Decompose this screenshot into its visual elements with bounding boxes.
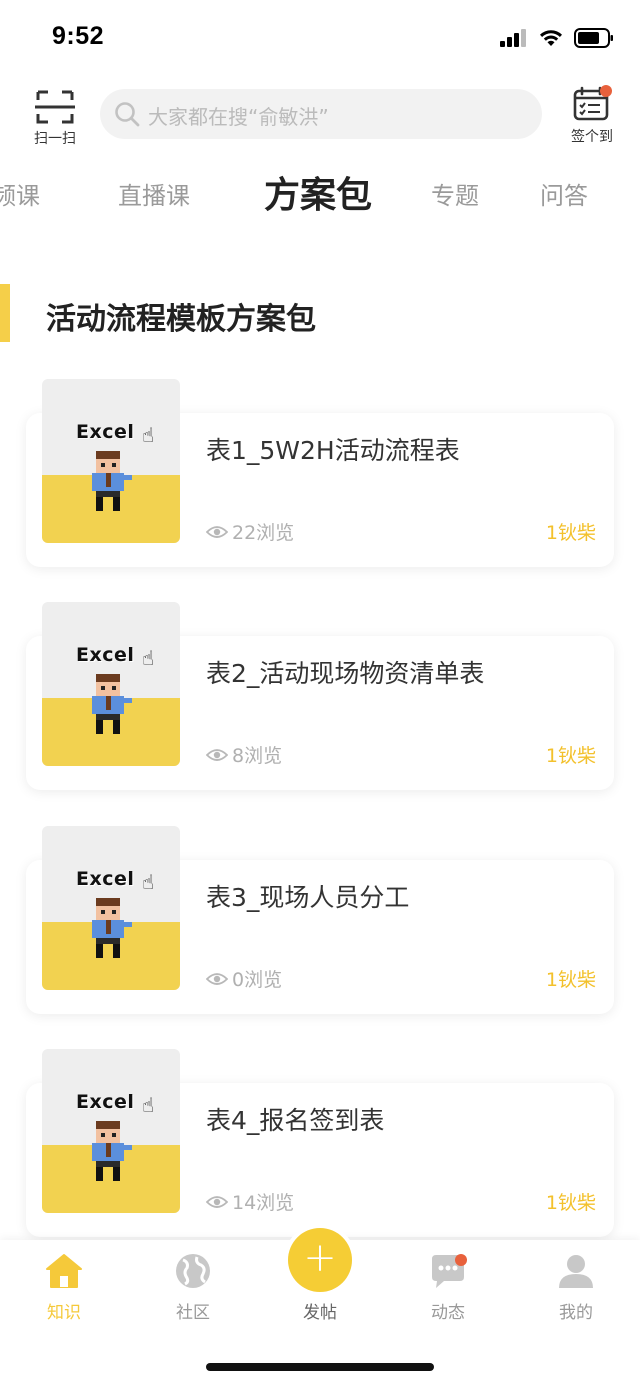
- checkin-button[interactable]: 签个到: [562, 85, 622, 148]
- status-time: 9:52: [52, 22, 105, 50]
- nav-activity-label: 动态: [431, 1303, 465, 1323]
- activity-badge-dot: [455, 1254, 467, 1266]
- tab-video-course[interactable]: 频课: [0, 176, 40, 211]
- wifi-icon: [540, 30, 562, 46]
- search-placeholder: 大家都在搜“俞敏洪”: [148, 105, 329, 129]
- eye-icon: [206, 525, 228, 538]
- tab-qa[interactable]: 问答: [540, 176, 588, 211]
- post-button[interactable]: +: [288, 1228, 352, 1292]
- thumb-excel-label: Excel: [76, 1091, 135, 1113]
- pixel-character-icon: [92, 451, 132, 511]
- scan-icon: [35, 90, 75, 124]
- item-price: 1钬柴: [545, 745, 596, 767]
- item-title: 表1_5W2H活动流程表: [206, 436, 460, 465]
- item-views: 14浏览: [206, 1188, 294, 1215]
- pointer-hand-icon: ☝: [142, 423, 155, 447]
- plus-icon: +: [303, 1235, 337, 1281]
- home-icon: [46, 1254, 82, 1288]
- section-title: 活动流程模板方案包: [46, 302, 316, 337]
- item-price: 1钬柴: [545, 969, 596, 991]
- tab-live-course[interactable]: 直播课: [118, 176, 190, 211]
- item-views: 0浏览: [206, 965, 282, 992]
- item-title: 表3_现场人员分工: [206, 883, 410, 912]
- item-thumbnail: Excel ☝: [42, 826, 180, 990]
- eye-icon: [206, 1195, 228, 1208]
- nav-home-label: 知识: [47, 1303, 81, 1323]
- home-indicator: [206, 1363, 434, 1371]
- thumb-excel-label: Excel: [76, 421, 135, 443]
- item-views-count: 8浏览: [232, 745, 283, 767]
- nav-home[interactable]: 知识: [24, 1252, 104, 1323]
- status-icons: [500, 28, 614, 48]
- nav-activity[interactable]: 动态: [408, 1252, 488, 1323]
- tab-solution-pack[interactable]: 方案包: [264, 166, 372, 218]
- scan-button[interactable]: 扫一扫: [26, 88, 84, 150]
- nav-community-label: 社区: [176, 1303, 210, 1323]
- status-bar: 9:52: [0, 0, 640, 78]
- nav-mine[interactable]: 我的: [536, 1252, 616, 1323]
- item-views-count: 14浏览: [232, 1192, 295, 1214]
- checkin-badge-dot: [600, 85, 612, 97]
- post-label: 发帖: [303, 1303, 337, 1323]
- checkin-label: 签个到: [571, 129, 613, 145]
- item-price: 1钬柴: [545, 1192, 596, 1214]
- thumb-excel-label: Excel: [76, 644, 135, 666]
- pointer-hand-icon: ☝: [142, 646, 155, 670]
- search-input[interactable]: 大家都在搜“俞敏洪”: [100, 89, 542, 139]
- search-icon: [115, 102, 140, 127]
- scan-label: 扫一扫: [34, 131, 76, 147]
- item-thumbnail: Excel ☝: [42, 602, 180, 766]
- battery-icon: [574, 28, 613, 48]
- item-views: 22浏览: [206, 518, 294, 545]
- pixel-character-icon: [92, 898, 132, 958]
- pixel-character-icon: [92, 1121, 132, 1181]
- eye-icon: [206, 972, 228, 985]
- item-views-count: 22浏览: [232, 522, 295, 544]
- category-tabs: 频课 直播课 方案包 专题 问答: [0, 160, 640, 230]
- eye-icon: [206, 748, 228, 761]
- user-icon: [559, 1255, 593, 1288]
- pointer-hand-icon: ☝: [142, 870, 155, 894]
- item-thumbnail: Excel ☝: [42, 1049, 180, 1213]
- nav-community[interactable]: 社区: [153, 1252, 233, 1323]
- tab-topic[interactable]: 专题: [431, 176, 479, 211]
- pointer-hand-icon: ☝: [142, 1093, 155, 1117]
- calendar-checkin-icon: [573, 86, 609, 121]
- item-title: 表2_活动现场物资清单表: [206, 659, 485, 688]
- item-views: 8浏览: [206, 741, 282, 768]
- pixel-character-icon: [92, 674, 132, 734]
- globe-icon: [176, 1254, 210, 1288]
- item-thumbnail: Excel ☝: [42, 379, 180, 543]
- item-title: 表4_报名签到表: [206, 1106, 385, 1135]
- item-views-count: 0浏览: [232, 969, 283, 991]
- cellular-signal-icon: [500, 29, 526, 47]
- thumb-excel-label: Excel: [76, 868, 135, 890]
- section-accent-bar: [0, 284, 10, 342]
- item-price: 1钬柴: [545, 522, 596, 544]
- nav-mine-label: 我的: [559, 1303, 593, 1323]
